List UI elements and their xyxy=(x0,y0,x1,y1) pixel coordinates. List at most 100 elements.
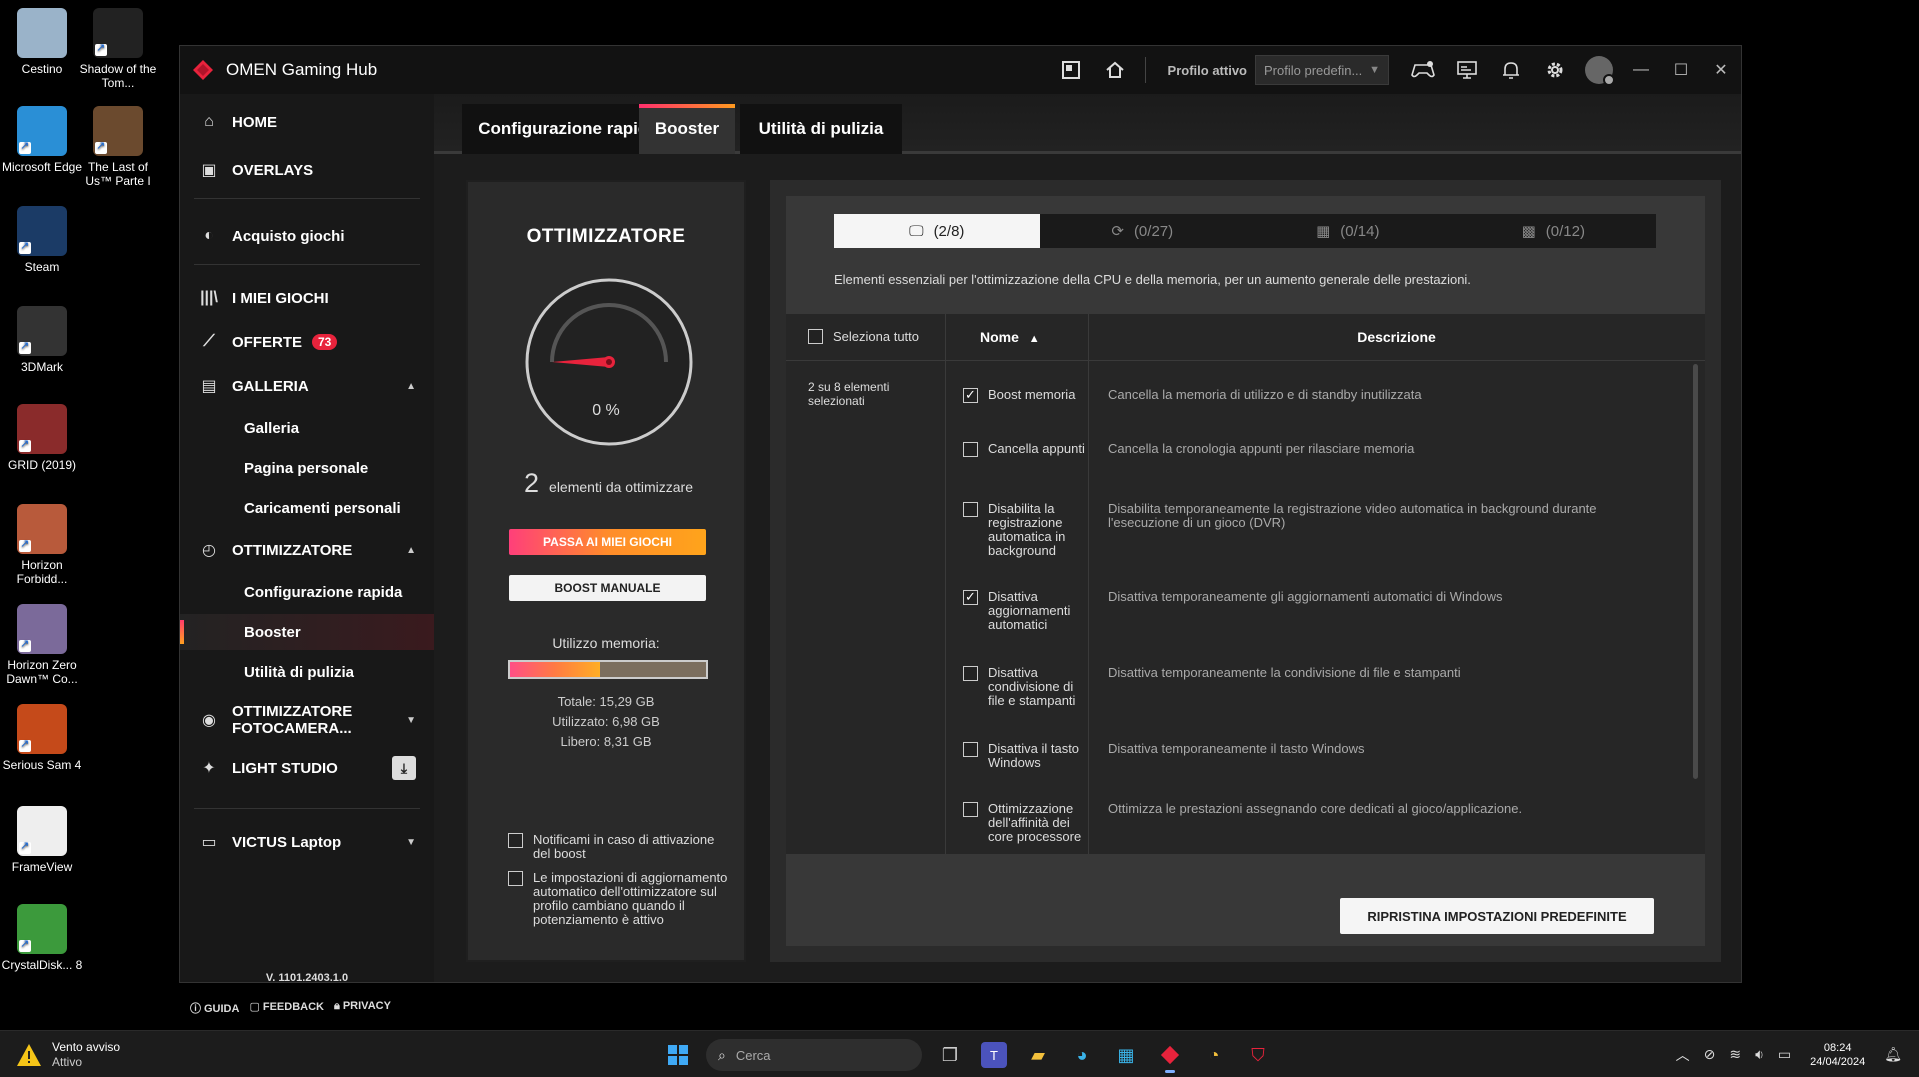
network-off-icon[interactable]: ⊘ xyxy=(1704,1046,1716,1063)
desktop-icon[interactable]: Serious Sam 4 xyxy=(0,704,85,772)
feedback-link[interactable]: ▢ FEEDBACK xyxy=(249,1000,324,1016)
column-name-header[interactable]: Nome ▲ xyxy=(980,329,1040,345)
desktop-icon[interactable]: FrameView xyxy=(0,806,85,874)
weather-title: Vento avviso xyxy=(52,1040,121,1054)
notify-boost-option[interactable]: Notificami in caso di attivazione del bo… xyxy=(508,833,728,861)
sidebar-item-caricamenti[interactable]: Caricamenti personali xyxy=(180,490,434,526)
sidebar-item-galleria[interactable]: ▤ GALLERIA ▲ xyxy=(180,368,434,404)
select-all[interactable]: Seleziona tutto xyxy=(808,329,919,344)
sidebar-item-label: I MIEI GIOCHI xyxy=(232,289,329,307)
desktop-icon[interactable]: Horizon Zero Dawn™ Co... xyxy=(0,604,85,686)
item-checkbox[interactable] xyxy=(963,589,978,605)
item-checkbox[interactable] xyxy=(963,802,978,817)
my-games-button[interactable]: PASSA AI MIEI GIOCHI xyxy=(509,529,706,555)
sidebar-item-miei-giochi[interactable]: |||\ I MIEI GIOCHI xyxy=(180,280,434,316)
reset-defaults-button[interactable]: RIPRISTINA IMPOSTAZIONI PREDEFINITE xyxy=(1340,898,1654,934)
battery-icon[interactable]: ▭ xyxy=(1778,1046,1791,1063)
avatar[interactable] xyxy=(1585,56,1615,86)
sidebar-item-device[interactable]: ▭ VICTUS Laptop ▼ xyxy=(180,824,434,860)
privacy-link[interactable]: 🔒︎ PRIVACY xyxy=(334,1000,391,1016)
sidebar-item-ottimizzatore[interactable]: ◴ OTTIMIZZATORE ▲ xyxy=(180,532,434,568)
auto-update-checkbox[interactable] xyxy=(508,871,523,886)
chevron-up-icon[interactable]: ︿ xyxy=(1676,1045,1690,1065)
segment-processes[interactable]: ⟳ (0/27) xyxy=(1039,214,1245,248)
controller-icon[interactable] xyxy=(1401,46,1445,94)
windows-start-icon[interactable] xyxy=(660,1037,696,1073)
bell-icon[interactable] xyxy=(1489,46,1533,94)
close-icon[interactable]: ✕ xyxy=(1701,46,1741,94)
home-icon[interactable] xyxy=(1093,46,1137,94)
notification-bell-icon[interactable]: 🔔︎ xyxy=(1884,1046,1902,1063)
gear-icon[interactable] xyxy=(1533,46,1577,94)
wifi-icon[interactable]: ≋ xyxy=(1729,1046,1741,1063)
mcafee-icon[interactable]: ⛉ xyxy=(1240,1037,1276,1073)
overlay-icon[interactable] xyxy=(1049,46,1093,94)
item-checkbox[interactable] xyxy=(963,502,978,517)
item-checkbox[interactable] xyxy=(963,442,978,457)
omen-taskbar-icon[interactable] xyxy=(1152,1037,1188,1073)
search-input[interactable]: ⌕ Cerca xyxy=(706,1039,922,1071)
monitor-icon: 🖵︎ xyxy=(909,222,924,240)
main-content: Configurazione rapida Booster Utilità di… xyxy=(434,94,1741,982)
profile-select[interactable]: Profilo predefin... ▼ xyxy=(1255,55,1389,85)
sidebar-item-acquisto[interactable]: ◐ Acquisto giochi xyxy=(180,218,434,254)
sidebar-item-offerte[interactable]: ⟋ OFFERTE 73 xyxy=(180,324,434,360)
desktop-icon-label: GRID (2019) xyxy=(7,458,77,472)
weather-widget[interactable]: Vento avviso Attivo xyxy=(16,1040,120,1070)
desktop-icon[interactable]: CrystalDisk... 8 xyxy=(0,904,85,972)
store-icon[interactable]: ▦ xyxy=(1108,1037,1144,1073)
warning-icon xyxy=(17,1044,41,1066)
camera-icon: ◉ xyxy=(202,711,216,729)
item-checkbox[interactable] xyxy=(963,387,978,403)
item-checkbox[interactable] xyxy=(963,666,978,681)
desktop-icon[interactable]: Microsoft Edge xyxy=(0,106,85,174)
segment-apps[interactable]: ▩ (0/12) xyxy=(1450,214,1656,248)
tab-utilita-pulizia[interactable]: Utilità di pulizia xyxy=(740,104,902,154)
sidebar-item-galleria-sub[interactable]: Galleria xyxy=(180,410,434,446)
minimize-icon[interactable]: — xyxy=(1621,46,1661,94)
desktop-icon[interactable]: The Last of Us™ Parte I xyxy=(75,106,161,188)
sidebar-item-pagina-personale[interactable]: Pagina personale xyxy=(180,450,434,486)
clock[interactable]: 08:24 24/04/2024 xyxy=(1810,1041,1865,1069)
edge-icon[interactable]: ◕ xyxy=(1064,1037,1100,1073)
hp-support-icon[interactable]: ◔ xyxy=(1196,1037,1232,1073)
app-shortcut-icon xyxy=(17,806,67,856)
desktop-icon[interactable]: Horizon Forbidd... xyxy=(0,504,85,586)
segment-system[interactable]: 🖵︎ (2/8) xyxy=(834,214,1040,248)
maximize-icon[interactable]: ☐ xyxy=(1661,46,1701,94)
sidebar-item-fotocamera[interactable]: ◉ OTTIMIZZATORE FOTOCAMERA... ▼ xyxy=(180,700,434,740)
auto-update-option[interactable]: Le impostazioni di aggiornamento automat… xyxy=(508,871,728,927)
desktop-icon[interactable]: GRID (2019) xyxy=(0,404,85,472)
manual-boost-button[interactable]: BOOST MANUALE xyxy=(509,575,706,601)
sidebar-item-utilita[interactable]: Utilità di pulizia xyxy=(180,654,434,690)
search-placeholder: Cerca xyxy=(735,1047,771,1063)
scrollbar[interactable] xyxy=(1693,364,1698,779)
sidebar-item-overlays[interactable]: ▣ OVERLAYS xyxy=(180,152,434,188)
desktop-icon[interactable]: Cestino xyxy=(0,8,85,76)
desktop-icon[interactable]: 3DMark xyxy=(0,306,85,374)
task-view-icon[interactable]: ❐ xyxy=(932,1037,968,1073)
monitor-stats-icon[interactable] xyxy=(1445,46,1489,94)
gauge-value: 0 % xyxy=(592,402,620,419)
download-icon[interactable]: ⤓ xyxy=(392,756,416,780)
volume-icon[interactable]: 🔉︎ xyxy=(1755,1046,1764,1063)
desktop-icon[interactable]: Shadow of the Tom... xyxy=(75,8,161,90)
sidebar-item-configurazione[interactable]: Configurazione rapida xyxy=(180,574,434,610)
teams-icon[interactable]: T xyxy=(981,1042,1007,1068)
item-name: Ottimizzazione dell'affinità dei core pr… xyxy=(988,801,1082,844)
file-explorer-icon[interactable]: ▰ xyxy=(1020,1037,1056,1073)
desktop-icon[interactable]: Steam xyxy=(0,206,85,274)
select-all-checkbox[interactable] xyxy=(808,329,823,344)
sidebar-item-booster[interactable]: Booster xyxy=(180,614,434,650)
guida-link[interactable]: ⓘ GUIDA xyxy=(190,1000,239,1016)
tab-booster[interactable]: Booster xyxy=(639,104,735,154)
gauge-icon: ◴ xyxy=(202,542,216,559)
weather-status: Attivo xyxy=(52,1055,83,1069)
app-shortcut-icon xyxy=(17,404,67,454)
sidebar-item-light-studio[interactable]: ✦ LIGHT STUDIO ⤓ xyxy=(180,750,434,786)
sidebar-item-home[interactable]: ⌂ HOME xyxy=(180,104,434,140)
column-desc-header: Descrizione xyxy=(1357,329,1436,345)
notify-boost-checkbox[interactable] xyxy=(508,833,523,848)
item-checkbox[interactable] xyxy=(963,742,978,757)
segment-services[interactable]: ▦ (0/14) xyxy=(1245,214,1451,248)
